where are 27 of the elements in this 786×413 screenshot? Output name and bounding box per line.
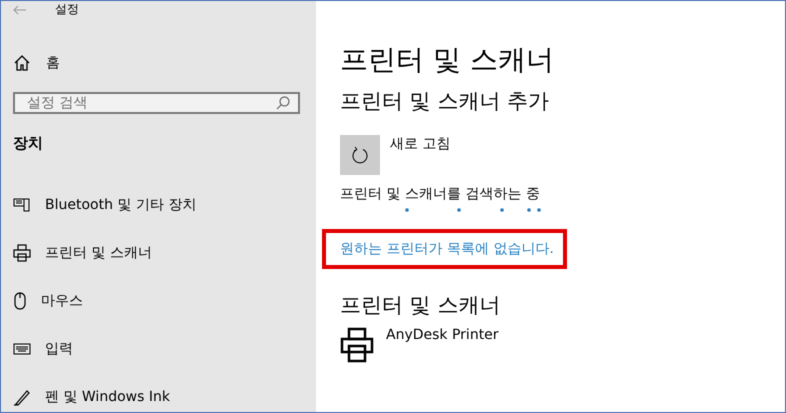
sidebar-item[interactable]: 마우스 <box>41 292 83 310</box>
search-input[interactable]: 설정 검색 <box>25 94 276 112</box>
page-title: 프린터 및 스캐너 <box>340 42 555 78</box>
missing-printer-link[interactable]: 원하는 프린터가 목록에 없습니다. <box>340 240 554 258</box>
home-icon[interactable] <box>14 55 30 71</box>
sidebar-item[interactable]: 펜 및 Windows Ink <box>45 388 170 406</box>
section-heading: 프린터 및 스캐너 추가 <box>340 88 550 115</box>
refresh-button[interactable] <box>340 135 380 175</box>
mouse-icon <box>13 292 27 310</box>
pen-icon <box>13 388 31 406</box>
printer-icon <box>13 244 31 262</box>
status-text: 프린터 및 스캐너를 검색하는 중 <box>340 185 541 203</box>
home-link[interactable]: 홈 <box>46 54 60 72</box>
refresh-icon <box>351 146 369 164</box>
bluetooth-icon <box>13 197 31 213</box>
sidebar-item[interactable]: 입력 <box>45 340 73 358</box>
search-icon[interactable] <box>276 96 290 110</box>
section-heading: 장치 <box>13 134 44 153</box>
printer-name[interactable]: AnyDesk Printer <box>386 327 499 363</box>
search-field[interactable]: 설정 검색 <box>13 92 300 114</box>
window-title: 설정 <box>55 1 79 18</box>
refresh-label: 새로 고침 <box>390 135 450 154</box>
sidebar-item[interactable]: Bluetooth 및 기타 장치 <box>45 196 196 214</box>
printer-icon <box>340 327 374 363</box>
section-heading: 프린터 및 스캐너 <box>340 292 502 319</box>
sidebar-item[interactable]: 프린터 및 스캐너 <box>45 244 152 262</box>
keyboard-icon <box>13 343 31 355</box>
